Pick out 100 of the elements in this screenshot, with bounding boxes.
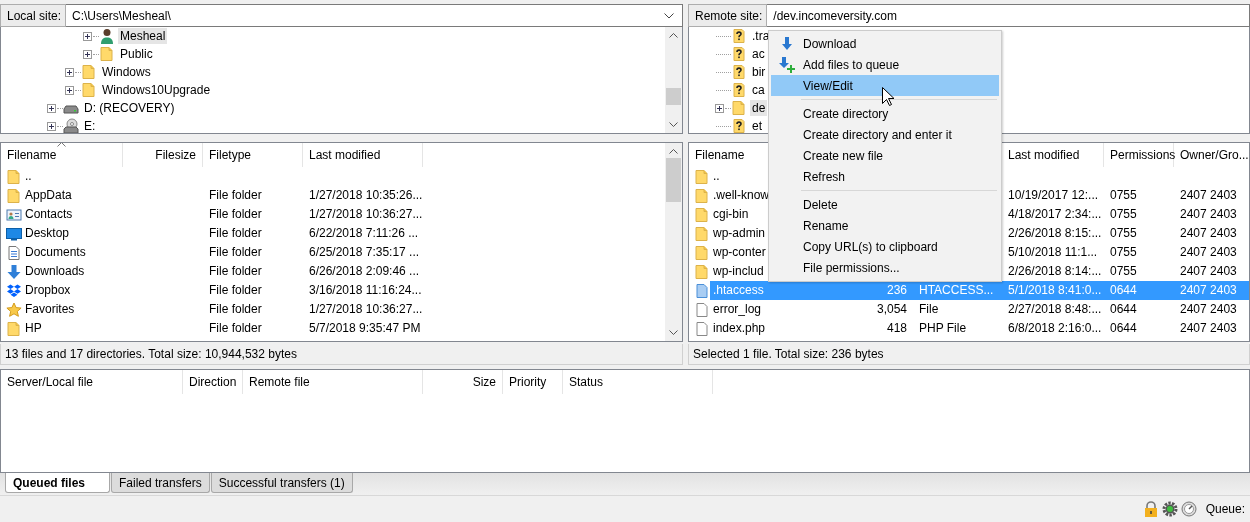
type-cell-text: File folder bbox=[208, 282, 263, 299]
scroll-down-icon[interactable] bbox=[669, 122, 678, 127]
column-header[interactable]: Status bbox=[563, 370, 713, 395]
type-cell-text: File folder bbox=[208, 206, 263, 223]
folder-icon bbox=[694, 244, 710, 261]
gear-icon bbox=[1161, 501, 1178, 517]
column-header[interactable]: Server/Local file bbox=[1, 370, 183, 395]
file-name[interactable]: Contacts bbox=[22, 205, 123, 224]
menu-item[interactable]: Download bbox=[771, 33, 999, 54]
site-label: Remote site: bbox=[688, 4, 768, 27]
file-name[interactable]: .. bbox=[22, 167, 123, 186]
person-icon bbox=[99, 28, 115, 44]
menu-item[interactable]: Add files to queue bbox=[771, 54, 999, 75]
expand-icon[interactable] bbox=[715, 103, 724, 113]
pointer-cursor-icon bbox=[882, 87, 894, 106]
menu-item[interactable]: Refresh bbox=[771, 166, 999, 187]
file-name[interactable]: index.php bbox=[710, 319, 851, 338]
expand-icon[interactable] bbox=[83, 49, 92, 59]
unknown-file-icon bbox=[731, 28, 747, 44]
column-header[interactable]: Priority bbox=[503, 370, 563, 395]
expand-icon[interactable] bbox=[47, 121, 56, 131]
file-name[interactable]: AppData bbox=[22, 186, 123, 205]
column-header[interactable]: Last modified bbox=[303, 143, 423, 167]
tab[interactable]: Failed transfers bbox=[111, 473, 210, 494]
file-name[interactable]: Downloads bbox=[22, 262, 123, 281]
diamonds-icon bbox=[6, 282, 22, 299]
dropdown-icon[interactable] bbox=[664, 12, 674, 19]
menu-item[interactable]: View/Edit bbox=[771, 75, 999, 96]
tree-item[interactable]: Public bbox=[118, 46, 155, 62]
column-header[interactable]: Remote file bbox=[243, 370, 423, 395]
folder-icon bbox=[81, 64, 97, 80]
menu-item[interactable]: Create directory and enter it bbox=[771, 124, 999, 145]
file-name[interactable]: Desktop bbox=[22, 224, 123, 243]
date-cell-text: 6/26/2018 2:09:46 ... bbox=[308, 263, 421, 280]
expand-icon[interactable] bbox=[65, 67, 74, 77]
tree-item[interactable]: Windows bbox=[100, 64, 153, 80]
menu-item[interactable]: Create new file bbox=[771, 145, 999, 166]
monitor-icon bbox=[6, 225, 22, 242]
owner-cell-text: 2407 2403 bbox=[1179, 225, 1238, 242]
file-name[interactable]: Dropbox bbox=[22, 281, 123, 300]
file-icon bbox=[694, 301, 710, 318]
menu-item[interactable]: Delete bbox=[771, 194, 999, 215]
expand-icon[interactable] bbox=[83, 31, 92, 41]
date-cell-text: 5/10/2018 11:1... bbox=[1007, 244, 1099, 261]
file-name[interactable]: Favorites bbox=[22, 300, 123, 319]
column-header[interactable]: Filesize bbox=[123, 143, 203, 167]
permissions-cell-text: 0755 bbox=[1109, 187, 1138, 204]
type-cell-text: File folder bbox=[208, 320, 263, 337]
file-name[interactable]: Documents bbox=[22, 243, 123, 262]
tree-item[interactable]: D: (RECOVERY) bbox=[82, 100, 177, 116]
file-name[interactable]: HP bbox=[22, 319, 123, 338]
scrollbar-thumb[interactable] bbox=[666, 87, 681, 105]
folder-icon bbox=[99, 46, 115, 62]
path-combo[interactable]: C:\Users\Mesheal\ bbox=[66, 4, 683, 27]
owner-cell-text: 2407 2403 bbox=[1179, 244, 1238, 261]
folder-icon bbox=[694, 225, 710, 242]
size-cell-text: 3,054 bbox=[875, 301, 908, 318]
tree-item[interactable]: Mesheal bbox=[118, 28, 168, 44]
column-header[interactable]: Size bbox=[423, 370, 503, 395]
scroll-down-icon[interactable] bbox=[669, 330, 678, 335]
path-combo[interactable]: /dev.incomeversity.com bbox=[767, 4, 1250, 27]
folder-icon bbox=[694, 263, 710, 280]
date-cell-text: 6/22/2018 7:11:26 ... bbox=[308, 225, 420, 242]
column-header[interactable]: Filename bbox=[1, 143, 123, 167]
tree-item[interactable]: ac bbox=[750, 46, 767, 62]
date-cell-text: 6/25/2018 7:35:17 ... bbox=[308, 244, 421, 261]
permissions-cell-text: 0755 bbox=[1109, 225, 1138, 242]
tab[interactable]: Queued files bbox=[5, 473, 110, 494]
menu-item[interactable]: Create directory bbox=[771, 103, 999, 124]
scroll-up-icon[interactable] bbox=[669, 149, 678, 154]
owner-cell-text: 2407 2403 bbox=[1179, 187, 1238, 204]
folder-icon bbox=[731, 100, 747, 116]
column-header[interactable]: Owner/Gro... bbox=[1174, 143, 1249, 167]
unknown-file-icon bbox=[731, 82, 747, 98]
tree-item[interactable]: ca bbox=[750, 82, 767, 98]
scrollbar-thumb[interactable] bbox=[666, 158, 681, 202]
tree-item[interactable]: bir bbox=[750, 64, 768, 80]
menu-item[interactable]: File permissions... bbox=[771, 257, 999, 278]
date-cell-text: 6/8/2018 2:16:0... bbox=[1007, 320, 1103, 337]
scrollbar[interactable] bbox=[665, 143, 682, 341]
scroll-up-icon[interactable] bbox=[669, 33, 678, 38]
menu-item[interactable]: Rename bbox=[771, 215, 999, 236]
tab[interactable]: Successful transfers (1) bbox=[210, 473, 353, 494]
menu-item[interactable]: Copy URL(s) to clipboard bbox=[771, 236, 999, 257]
download-icon bbox=[779, 35, 795, 52]
column-header[interactable]: Filetype bbox=[203, 143, 303, 167]
type-cell-text: File folder bbox=[208, 263, 263, 280]
permissions-cell: 0644 bbox=[1104, 281, 1174, 300]
tree-item[interactable]: Windows10Upgrade bbox=[100, 82, 213, 98]
contact-card-icon bbox=[6, 206, 22, 223]
file-name[interactable]: error_log bbox=[710, 300, 851, 319]
tree-item[interactable]: de bbox=[750, 100, 768, 116]
tree-item[interactable]: et bbox=[750, 118, 764, 133]
expand-icon[interactable] bbox=[47, 103, 56, 113]
scrollbar[interactable] bbox=[665, 27, 682, 133]
column-header[interactable]: Permissions bbox=[1104, 143, 1174, 167]
tree-item[interactable]: E: bbox=[82, 118, 98, 133]
column-header[interactable]: Direction bbox=[183, 370, 243, 395]
type-cell-text: File folder bbox=[208, 244, 263, 261]
expand-icon[interactable] bbox=[65, 85, 74, 95]
